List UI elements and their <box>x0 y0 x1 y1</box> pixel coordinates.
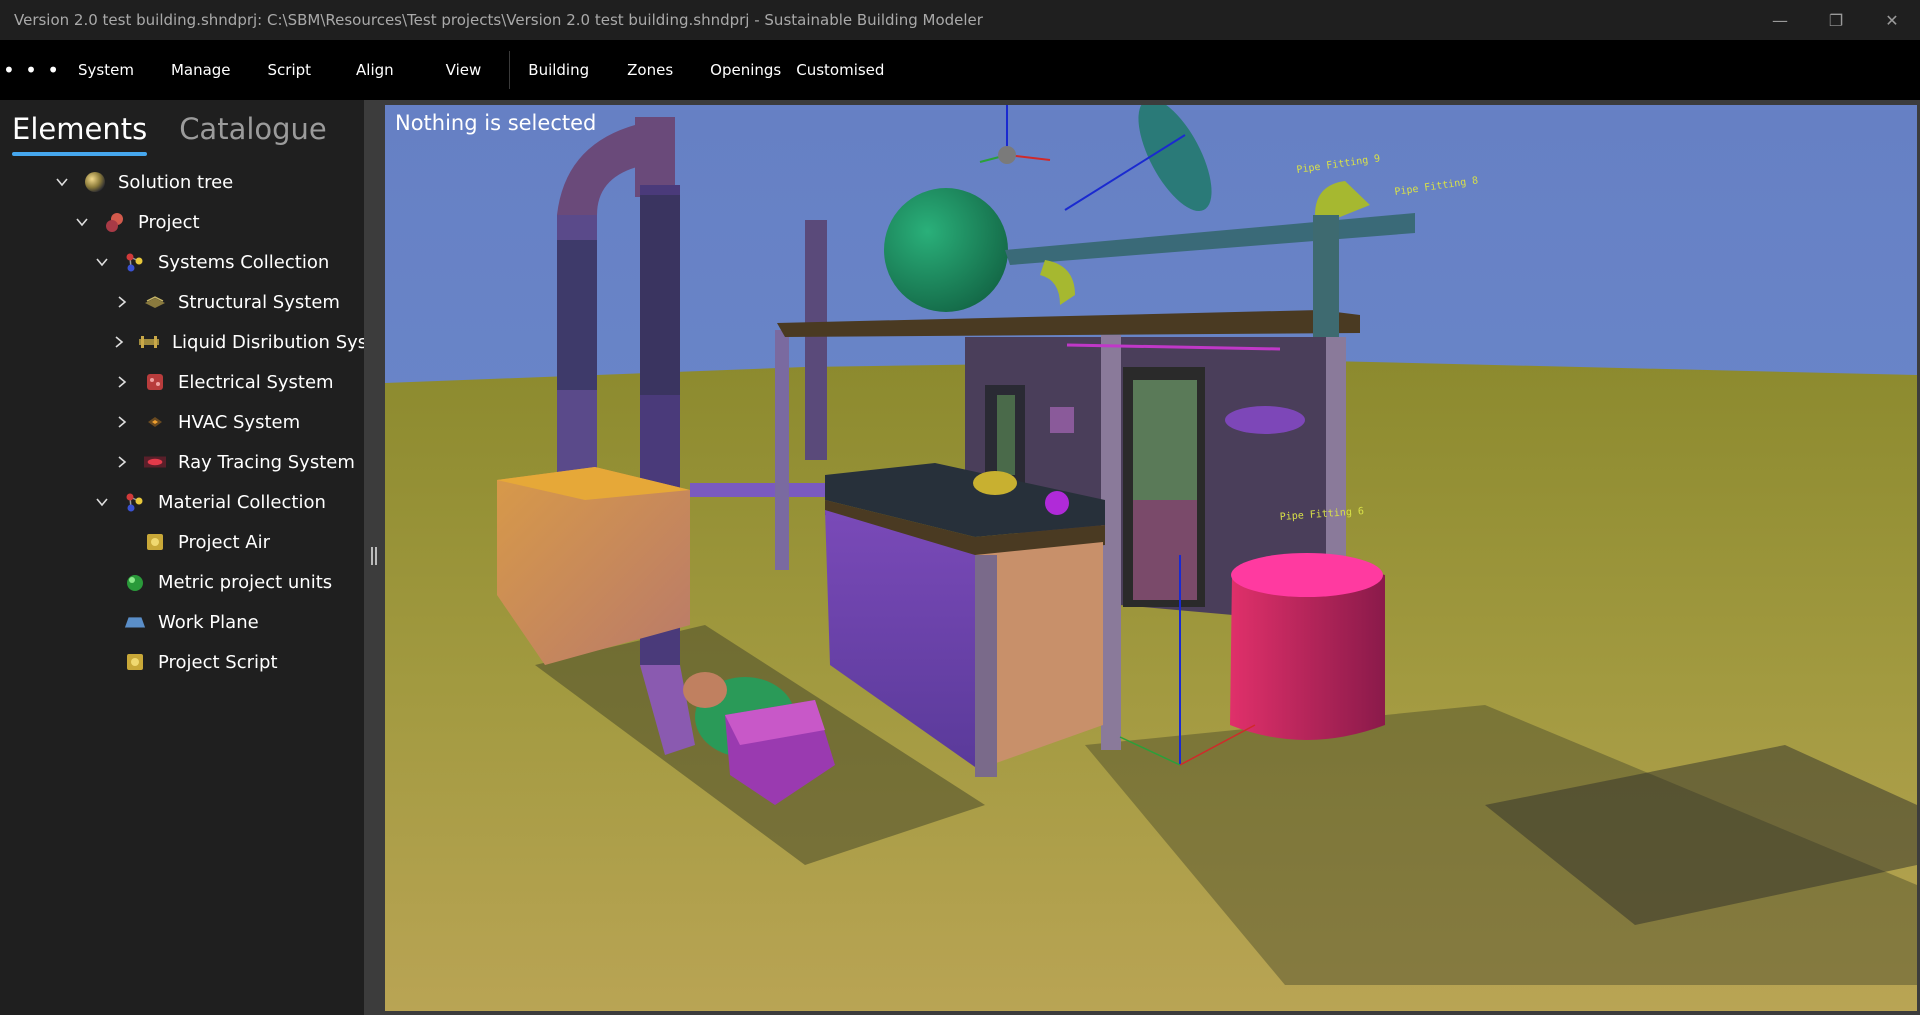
chevron-down-icon[interactable] <box>72 212 92 232</box>
tree-item-label: Liquid Disribution System <box>172 331 364 353</box>
chevron-right-icon[interactable] <box>112 332 126 352</box>
script-icon <box>124 651 146 673</box>
close-icon: ✕ <box>1885 10 1899 30</box>
scene-render: Pipe Fitting 9 Pipe Fitting 8 Pipe Fitti… <box>385 105 1917 1011</box>
hvac-icon <box>144 411 166 433</box>
menu-zones[interactable]: Zones <box>627 40 673 100</box>
project-icon <box>104 211 126 233</box>
units-icon <box>124 571 146 593</box>
collection-icon <box>124 251 146 273</box>
window-title: Version 2.0 test building.shndprj: C:\SB… <box>14 11 983 29</box>
material-icon <box>144 531 166 553</box>
solution-tree: Solution tree Project Systems Collection… <box>0 162 364 682</box>
restore-button[interactable]: ❐ <box>1808 0 1864 40</box>
viewport-frame-bottom <box>385 1011 1920 1015</box>
elements-panel: Elements Catalogue Solution tree Project… <box>0 100 364 1015</box>
chevron-down-icon[interactable] <box>92 252 112 272</box>
menu-manage[interactable]: Manage <box>171 40 231 100</box>
tree-item-liquid-distribution-system[interactable]: Liquid Disribution System <box>0 322 364 362</box>
minimize-button[interactable]: — <box>1752 0 1808 40</box>
structural-icon <box>144 291 166 313</box>
tree-item-work-plane[interactable]: Work Plane <box>0 602 364 642</box>
chevron-down-icon[interactable] <box>52 172 72 192</box>
splitter-grip-icon[interactable] <box>371 547 377 565</box>
panel-tabs: Elements Catalogue <box>12 112 327 156</box>
tree-item-project[interactable]: Project <box>0 202 364 242</box>
chevron-right-icon[interactable] <box>112 372 132 392</box>
menu-script[interactable]: Script <box>268 40 312 100</box>
tree-item-ray-tracing-system[interactable]: Ray Tracing System <box>0 442 364 482</box>
tree-item-metric-project-units[interactable]: Metric project units <box>0 562 364 602</box>
tree-item-hvac-system[interactable]: HVAC System <box>0 402 364 442</box>
menu-bar: • • • System Manage Script Align View Bu… <box>0 40 1920 100</box>
menu-align[interactable]: Align <box>356 40 394 100</box>
tree-item-material-collection[interactable]: Material Collection <box>0 482 364 522</box>
selection-status: Nothing is selected <box>395 111 597 135</box>
tree-item-label: Work Plane <box>158 611 259 633</box>
menu-view[interactable]: View <box>446 40 482 100</box>
menu-customised[interactable]: Customised <box>796 40 884 100</box>
menu-openings[interactable]: Openings <box>710 40 781 100</box>
tree-item-project-air[interactable]: Project Air <box>0 522 364 562</box>
more-menu-button[interactable]: • • • <box>0 40 64 100</box>
raytracing-icon <box>144 451 166 473</box>
menu-system[interactable]: System <box>78 40 134 100</box>
3d-viewport[interactable]: Pipe Fitting 9 Pipe Fitting 8 Pipe Fitti… <box>385 105 1917 1011</box>
tab-elements[interactable]: Elements <box>12 112 148 156</box>
tree-item-label: Systems Collection <box>158 251 330 273</box>
tree-item-project-script[interactable]: Project Script <box>0 642 364 682</box>
tab-catalogue[interactable]: Catalogue <box>179 112 327 156</box>
tree-item-label: Structural System <box>178 291 340 313</box>
chevron-down-icon[interactable] <box>92 492 112 512</box>
tree-item-label: Ray Tracing System <box>178 451 355 473</box>
minimize-icon: — <box>1772 10 1788 30</box>
tree-item-label: Electrical System <box>178 371 334 393</box>
chevron-right-icon[interactable] <box>112 452 132 472</box>
more-icon: • • • <box>2 58 62 82</box>
tree-item-structural-system[interactable]: Structural System <box>0 282 364 322</box>
menu-building[interactable]: Building <box>528 40 589 100</box>
tree-item-label: Metric project units <box>158 571 333 593</box>
liquid-icon <box>138 331 160 353</box>
tree-item-label: HVAC System <box>178 411 301 433</box>
tree-item-systems-collection[interactable]: Systems Collection <box>0 242 364 282</box>
tree-item-label: Project Script <box>158 651 278 673</box>
chevron-right-icon[interactable] <box>112 412 132 432</box>
tree-item-electrical-system[interactable]: Electrical System <box>0 362 364 402</box>
electrical-icon <box>144 371 166 393</box>
collection-icon <box>124 491 146 513</box>
restore-icon: ❐ <box>1828 10 1844 30</box>
window-controls: — ❐ ✕ <box>1752 0 1920 40</box>
tree-item-label: Project Air <box>178 531 271 553</box>
workplane-icon <box>124 611 146 633</box>
tree-item-label: Material Collection <box>158 491 326 513</box>
title-bar: Version 2.0 test building.shndprj: C:\SB… <box>0 0 1920 40</box>
close-button[interactable]: ✕ <box>1864 0 1920 40</box>
tree-item-label: Solution tree <box>118 171 234 193</box>
panel-splitter[interactable] <box>364 100 385 1015</box>
chevron-right-icon[interactable] <box>112 292 132 312</box>
sphere-icon <box>84 171 106 193</box>
tree-item-solution-tree[interactable]: Solution tree <box>0 162 364 202</box>
menu-separator <box>509 51 511 89</box>
tree-item-label: Project <box>138 211 200 233</box>
